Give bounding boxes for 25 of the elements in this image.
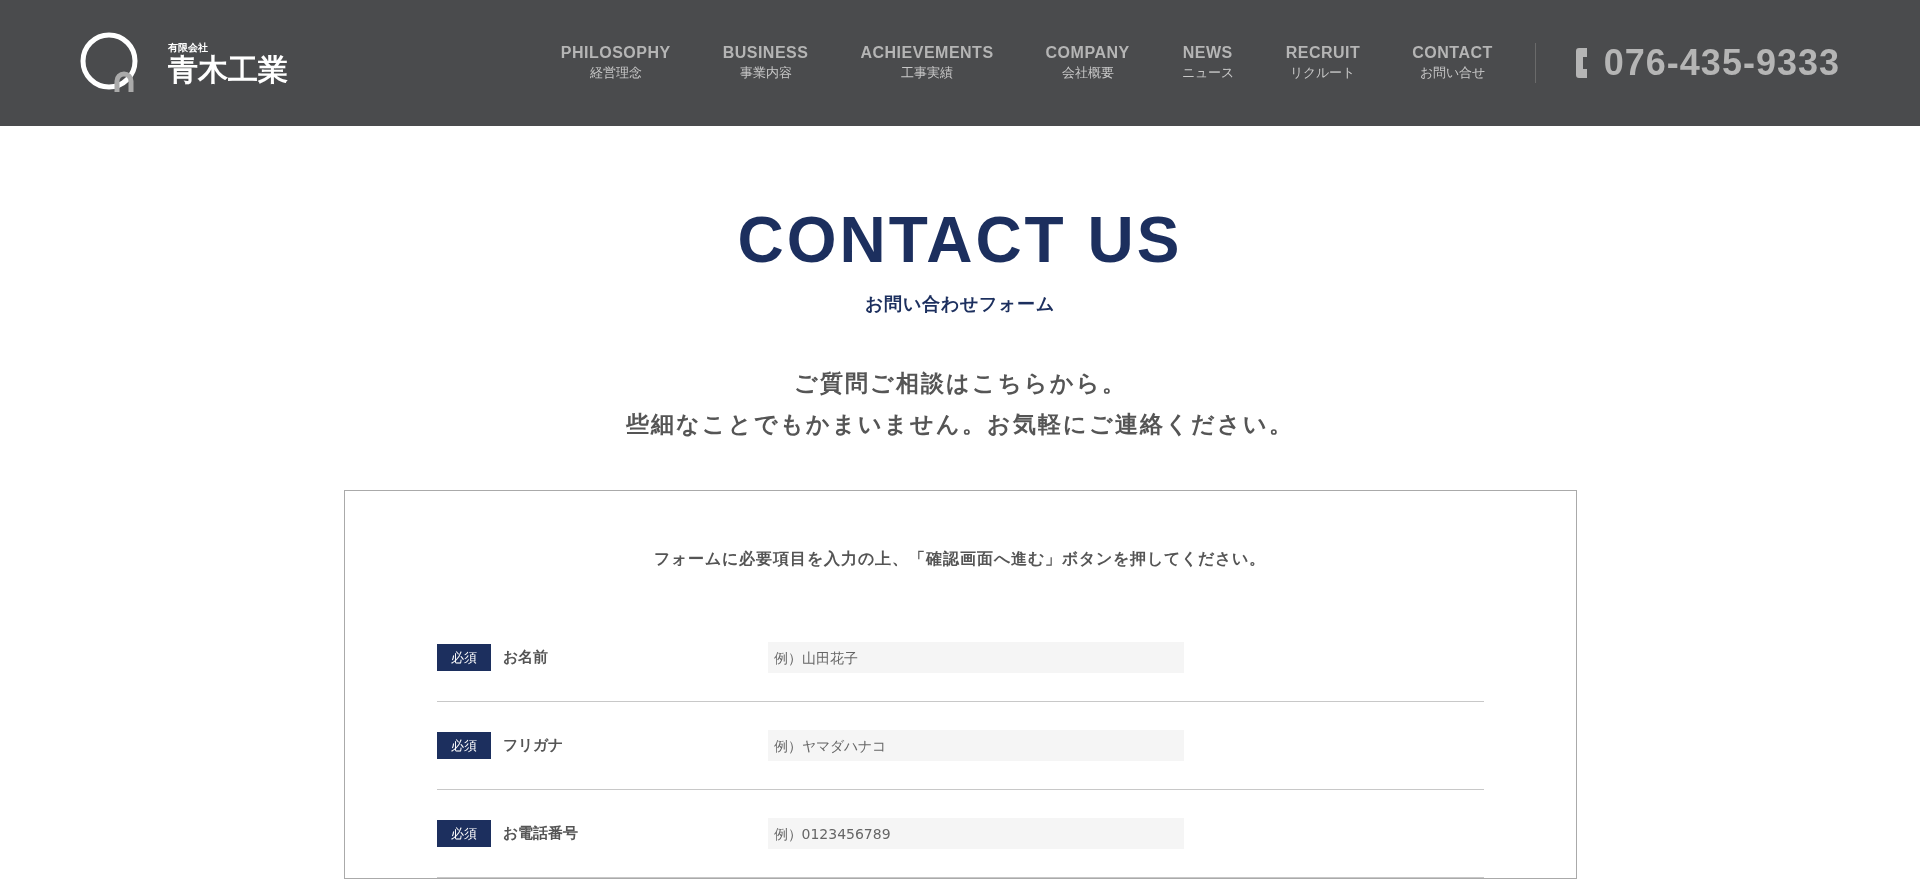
required-badge: 必須 bbox=[436, 732, 491, 759]
required-badge: 必須 bbox=[436, 820, 491, 847]
form-instruction: フォームに必要項目を入力の上、「確認画面へ進む」ボタンを押してください。 bbox=[653, 549, 1267, 570]
field-label: フリガナ bbox=[502, 736, 564, 755]
input-field[interactable]: 例）ヤマダハナコ bbox=[767, 730, 1184, 761]
input-field[interactable]: 例）0123456789 bbox=[767, 818, 1184, 849]
intro-text: 些細なことでもかまいません。お気軽にご連絡ください。 bbox=[626, 410, 1294, 439]
field-label: お電話番号 bbox=[502, 824, 579, 843]
input-field[interactable]: 例）山田花子 bbox=[767, 642, 1184, 673]
required-badge: 必須 bbox=[436, 644, 491, 671]
nav-link[interactable]: ACHIEVEMENTS 工事実績 bbox=[834, 44, 1020, 82]
nav-link[interactable]: BUSINESS 事業内容 bbox=[696, 44, 835, 82]
nav-link[interactable]: COMPANY 会社概要 bbox=[1019, 44, 1156, 82]
intro-text: ご質問ご相談はこちらから。 bbox=[793, 369, 1127, 398]
page-subtitle: お問い合わせフォーム bbox=[865, 292, 1055, 316]
logo-subtitle: 有限会社 bbox=[168, 41, 209, 54]
phone-icon bbox=[1575, 47, 1590, 79]
phone-link[interactable]: 076-435-9333 bbox=[1575, 42, 1840, 84]
nav-link[interactable]: CONTACT お問い合せ bbox=[1386, 44, 1519, 82]
nav-link[interactable]: RECRUIT リクルート bbox=[1259, 44, 1387, 82]
nav-link[interactable]: NEWS ニュース bbox=[1155, 44, 1260, 82]
logo-name[interactable]: 青木工業 bbox=[168, 55, 288, 85]
nav-link[interactable]: PHILOSOPHY 経営理念 bbox=[534, 44, 697, 82]
field-label: お名前 bbox=[502, 648, 549, 667]
page-title: CONTACT US bbox=[737, 208, 1183, 272]
